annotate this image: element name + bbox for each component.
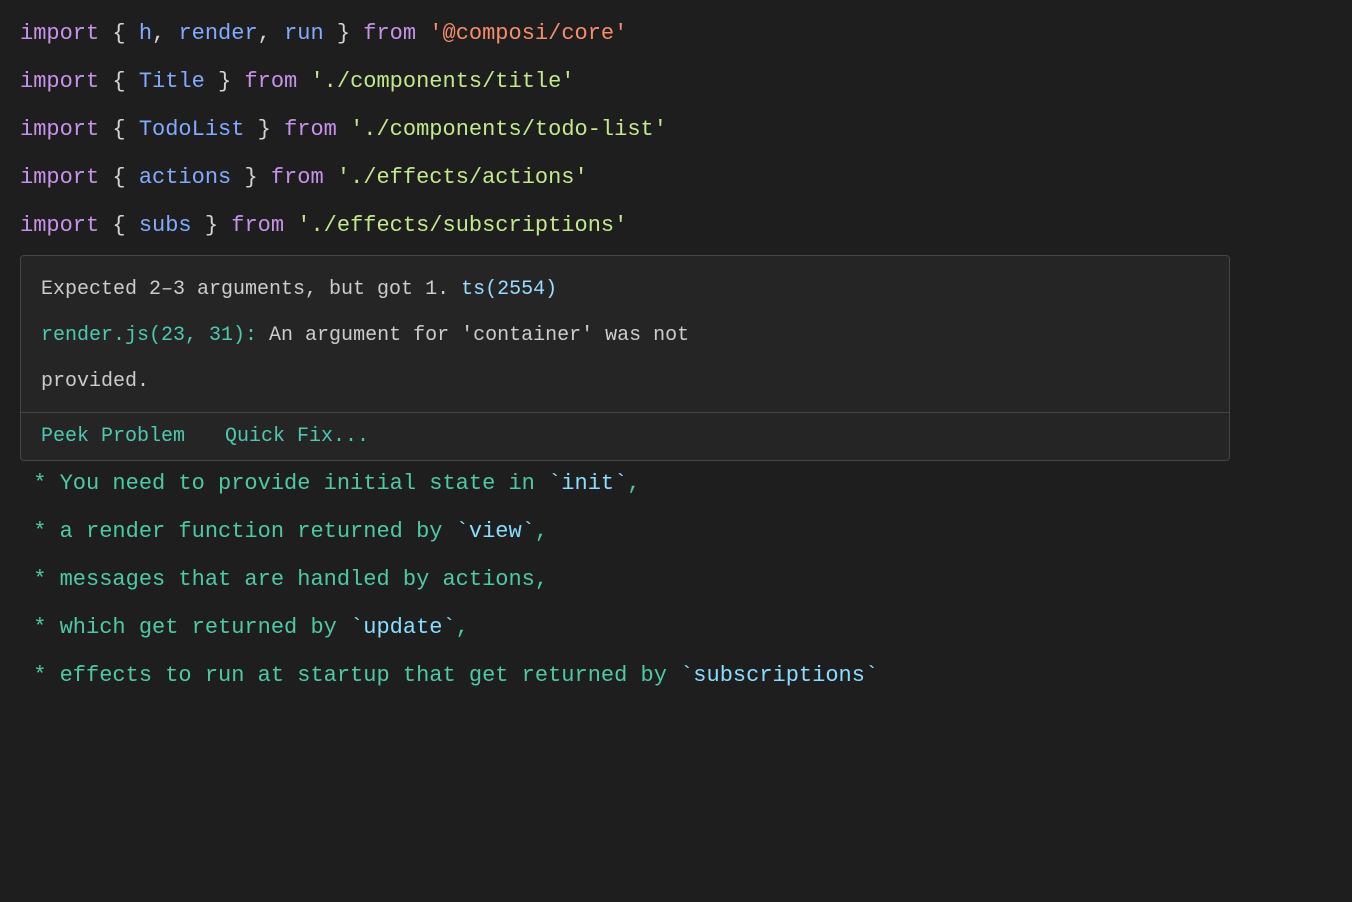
- quick-fix-button[interactable]: Quick Fix...: [205, 413, 389, 460]
- code-area: import { h , render , run } from '@compo…: [0, 0, 1352, 260]
- punct-3: {: [99, 106, 139, 154]
- tooltip-source-continued: provided.: [21, 366, 1229, 412]
- punct-2: {: [99, 58, 139, 106]
- string-actions: './effects/actions': [337, 154, 588, 202]
- id-subs: subs: [139, 202, 192, 250]
- tooltip-error-text: Expected 2–3 arguments, but got 1.: [41, 278, 461, 301]
- diagnostic-tooltip: Expected 2–3 arguments, but got 1. ts(25…: [20, 255, 1230, 461]
- keyword-from-3: from: [284, 106, 337, 154]
- code-line-2: import { Title } from './components/titl…: [0, 58, 1352, 106]
- keyword-import-4: import: [20, 154, 99, 202]
- punct-4: {: [99, 154, 139, 202]
- punct-close-2: }: [205, 58, 245, 106]
- keyword-import-3: import: [20, 106, 99, 154]
- space-1: [416, 10, 429, 58]
- punct-5: {: [99, 202, 139, 250]
- tooltip-source-continued-text: provided.: [41, 370, 149, 393]
- tooltip-source-detail: An argument for 'container' was not: [257, 324, 689, 347]
- code-editor: import { h , render , run } from '@compo…: [0, 0, 1352, 902]
- keyword-from-2: from: [244, 58, 297, 106]
- keyword-import-5: import: [20, 202, 99, 250]
- tooltip-source: render.js(23, 31): An argument for 'cont…: [21, 320, 1229, 366]
- punct-close-1: }: [324, 10, 364, 58]
- code-line-5: import { subs } from './effects/subscrip…: [0, 202, 1352, 250]
- space-5: [284, 202, 297, 250]
- id-todolist: TodoList: [139, 106, 245, 154]
- tooltip-main-message: Expected 2–3 arguments, but got 1. ts(25…: [21, 256, 1229, 320]
- tooltip-action-bar: Peek Problem Quick Fix...: [21, 412, 1229, 460]
- id-title: Title: [139, 58, 205, 106]
- jsdoc-line-5: * which get returned by `update`,: [0, 604, 1352, 652]
- keyword-import-1: import: [20, 10, 99, 58]
- code-line-3: import { TodoList } from './components/t…: [0, 106, 1352, 154]
- peek-problem-button[interactable]: Peek Problem: [21, 413, 205, 460]
- string-subs: './effects/subscriptions': [297, 202, 627, 250]
- punct-close-5: }: [192, 202, 232, 250]
- punct-close-3: }: [244, 106, 284, 154]
- string-todolist: './components/todo-list': [350, 106, 667, 154]
- comma-1: ,: [152, 10, 178, 58]
- space-2: [297, 58, 310, 106]
- tooltip-ts-code: ts(2554): [461, 278, 557, 301]
- code-line-1: import { h , render , run } from '@compo…: [0, 10, 1352, 58]
- jsdoc-line-3: * a render function returned by `view`,: [0, 508, 1352, 556]
- jsdoc-line-6: * effects to run at startup that get ret…: [0, 652, 1352, 700]
- code-line-4: import { actions } from './effects/actio…: [0, 154, 1352, 202]
- tooltip-source-link: render.js(23, 31):: [41, 324, 257, 347]
- keyword-import-2: import: [20, 58, 99, 106]
- id-h: h: [139, 10, 152, 58]
- id-run: run: [284, 10, 324, 58]
- jsdoc-line-2: * You need to provide initial state in `…: [0, 460, 1352, 508]
- keyword-from-5: from: [231, 202, 284, 250]
- id-render: render: [178, 10, 257, 58]
- keyword-from-4: from: [271, 154, 324, 202]
- punct-1: {: [99, 10, 139, 58]
- string-title: './components/title': [310, 58, 574, 106]
- space-4: [324, 154, 337, 202]
- keyword-from-1: from: [363, 10, 416, 58]
- punct-close-4: }: [231, 154, 271, 202]
- jsdoc-line-4: * messages that are handled by actions,: [0, 556, 1352, 604]
- id-actions: actions: [139, 154, 231, 202]
- comma-2: ,: [258, 10, 284, 58]
- space-3: [337, 106, 350, 154]
- string-core: '@composi/core': [429, 10, 627, 58]
